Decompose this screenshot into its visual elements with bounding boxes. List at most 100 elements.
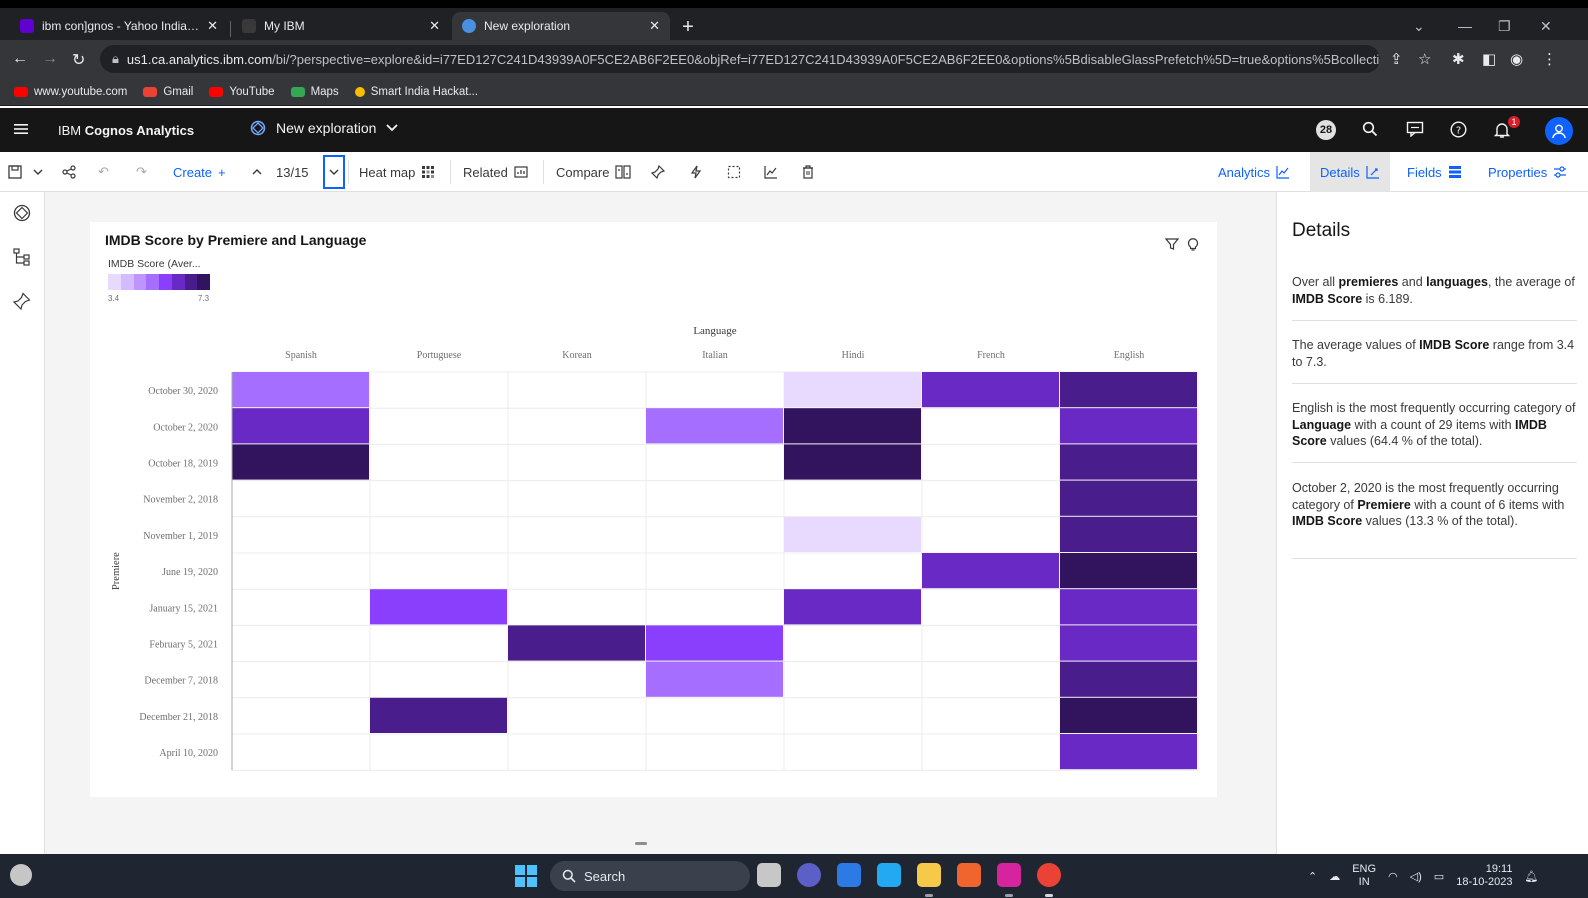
share-network-icon[interactable] bbox=[62, 152, 76, 192]
task-view-icon[interactable] bbox=[757, 863, 781, 887]
menu-dots-icon[interactable]: ⋮ bbox=[1542, 50, 1557, 68]
heatmap-cell[interactable] bbox=[1060, 444, 1197, 480]
resize-handle[interactable] bbox=[635, 842, 647, 845]
close-tab-icon[interactable]: ✕ bbox=[207, 18, 218, 34]
user-avatar-icon[interactable] bbox=[1545, 117, 1573, 145]
recent-count-badge[interactable]: 28 bbox=[1316, 120, 1336, 140]
delete-icon[interactable] bbox=[802, 152, 814, 192]
redo-icon[interactable]: ↷ bbox=[136, 152, 147, 192]
tab-search-icon[interactable]: ⌄ bbox=[1413, 18, 1425, 35]
heatmap-cell[interactable] bbox=[1060, 661, 1197, 697]
explore-icon[interactable] bbox=[13, 204, 31, 222]
heatmap-cell[interactable] bbox=[784, 372, 921, 408]
input-language[interactable]: ENG IN bbox=[1352, 863, 1376, 889]
related-button[interactable]: Related bbox=[463, 152, 528, 192]
heatmap-cell[interactable] bbox=[646, 408, 783, 444]
file-explorer-icon[interactable] bbox=[917, 863, 941, 887]
weather-icon[interactable] bbox=[10, 864, 32, 886]
browser-tab-yahoo[interactable]: ibm con]gnos - Yahoo India Sea ✕ bbox=[10, 12, 228, 40]
heatmap-cell[interactable] bbox=[784, 408, 921, 444]
heatmap-cell[interactable] bbox=[646, 661, 783, 697]
compare-button[interactable]: Compare bbox=[556, 152, 632, 192]
undo-icon[interactable]: ↶ bbox=[98, 152, 109, 192]
profile-icon[interactable]: ◉ bbox=[1510, 50, 1523, 68]
vscode-icon[interactable] bbox=[877, 863, 901, 887]
previous-page-chevron-icon[interactable] bbox=[252, 152, 262, 192]
heatmap-cell[interactable] bbox=[1060, 372, 1197, 408]
pin-icon[interactable] bbox=[651, 152, 665, 192]
tab-properties[interactable]: Properties bbox=[1478, 152, 1577, 192]
tab-details[interactable]: Details bbox=[1310, 152, 1390, 192]
chrome-icon[interactable] bbox=[1037, 863, 1061, 887]
bookmark-star-icon[interactable]: ☆ bbox=[1418, 50, 1431, 68]
heatmap-cell[interactable] bbox=[1060, 734, 1197, 770]
share-icon[interactable]: ⇪ bbox=[1390, 50, 1403, 68]
restore-icon[interactable]: ❐ bbox=[1498, 18, 1511, 35]
heatmap-cell[interactable] bbox=[922, 553, 1059, 589]
select-area-icon[interactable] bbox=[727, 152, 741, 192]
xampp-icon[interactable] bbox=[957, 863, 981, 887]
instagram-icon[interactable] bbox=[997, 863, 1021, 887]
onedrive-icon[interactable]: ☁ bbox=[1329, 870, 1340, 883]
heatmap-cell[interactable] bbox=[370, 697, 507, 733]
search-icon[interactable] bbox=[1362, 121, 1378, 137]
battery-icon[interactable]: ▭ bbox=[1434, 870, 1444, 883]
visualization-card[interactable]: IMDB Score by Premiere and Language IMDB… bbox=[90, 222, 1217, 797]
wifi-icon[interactable]: ◠ bbox=[1388, 870, 1398, 883]
app-brand[interactable]: IBM Cognos Analytics bbox=[58, 123, 194, 138]
heatmap-cell[interactable] bbox=[232, 444, 369, 480]
bookmark-sih[interactable]: Smart India Hackat... bbox=[354, 86, 478, 98]
pin-icon[interactable] bbox=[13, 292, 31, 310]
heatmap-cell[interactable] bbox=[784, 516, 921, 552]
next-page-dropdown[interactable] bbox=[323, 155, 345, 189]
heatmap-cell[interactable] bbox=[646, 625, 783, 661]
heatmap-cell[interactable] bbox=[922, 372, 1059, 408]
hierarchy-icon[interactable] bbox=[13, 248, 31, 266]
windows-start-icon[interactable] bbox=[515, 865, 537, 887]
volume-icon[interactable]: ◁) bbox=[1410, 870, 1422, 883]
bookmark-gmail[interactable]: Gmail bbox=[143, 86, 193, 98]
close-tab-icon[interactable]: ✕ bbox=[649, 18, 660, 34]
bookmark-youtube[interactable]: YouTube bbox=[209, 86, 275, 98]
heatmap-cell[interactable] bbox=[1060, 625, 1197, 661]
line-chart-icon[interactable] bbox=[764, 152, 778, 192]
url-field[interactable]: 🔒︎ us1.ca.analytics.ibm.com /bi/?perspec… bbox=[100, 45, 1380, 73]
visualization-type-button[interactable]: Heat map bbox=[359, 152, 435, 192]
save-menu-chevron-icon[interactable] bbox=[33, 152, 43, 192]
close-tab-icon[interactable]: ✕ bbox=[429, 18, 440, 34]
heatmap-cell[interactable] bbox=[1060, 480, 1197, 516]
heatmap-cell[interactable] bbox=[1060, 516, 1197, 552]
sidepanel-icon[interactable]: ◧ bbox=[1482, 50, 1496, 68]
heatmap-cell[interactable] bbox=[1060, 697, 1197, 733]
heatmap-cell[interactable] bbox=[1060, 589, 1197, 625]
teams-chat-icon[interactable] bbox=[797, 863, 821, 887]
reload-icon[interactable]: ↻ bbox=[72, 50, 85, 70]
new-tab-icon[interactable]: + bbox=[678, 17, 698, 38]
tray-overflow-chevron-icon[interactable]: ⌃ bbox=[1308, 870, 1317, 883]
hamburger-menu-icon[interactable] bbox=[13, 121, 29, 137]
save-icon[interactable] bbox=[8, 152, 22, 192]
close-window-icon[interactable]: ✕ bbox=[1540, 18, 1552, 35]
tab-fields[interactable]: Fields bbox=[1397, 152, 1472, 192]
heatmap-cell[interactable] bbox=[1060, 408, 1197, 444]
browser-tab-exploration[interactable]: New exploration ✕ bbox=[452, 12, 670, 40]
heatmap-cell[interactable] bbox=[370, 589, 507, 625]
heatmap-cell[interactable] bbox=[784, 444, 921, 480]
taskbar-search[interactable]: Search bbox=[550, 861, 750, 891]
heatmap-cell[interactable] bbox=[1060, 553, 1197, 589]
bookmark-maps[interactable]: Maps bbox=[290, 86, 339, 98]
back-icon[interactable]: ← bbox=[12, 50, 28, 68]
heatmap-cell[interactable] bbox=[232, 372, 369, 408]
browser-tab-myibm[interactable]: My IBM ✕ bbox=[232, 12, 450, 40]
clock[interactable]: 19:11 18-10-2023 bbox=[1456, 863, 1512, 889]
help-icon[interactable]: ? bbox=[1450, 121, 1467, 138]
bookmark-youtube-com[interactable]: www.youtube.com bbox=[14, 86, 127, 98]
tab-analytics[interactable]: Analytics bbox=[1208, 152, 1300, 192]
minimize-icon[interactable]: — bbox=[1458, 18, 1472, 34]
create-button[interactable]: Create + bbox=[173, 152, 226, 192]
heatmap-cell[interactable] bbox=[508, 625, 645, 661]
heatmap-cell[interactable] bbox=[784, 589, 921, 625]
insight-bolt-icon[interactable] bbox=[690, 152, 702, 192]
heatmap-cell[interactable] bbox=[232, 408, 369, 444]
forward-icon[interactable]: → bbox=[42, 50, 58, 68]
